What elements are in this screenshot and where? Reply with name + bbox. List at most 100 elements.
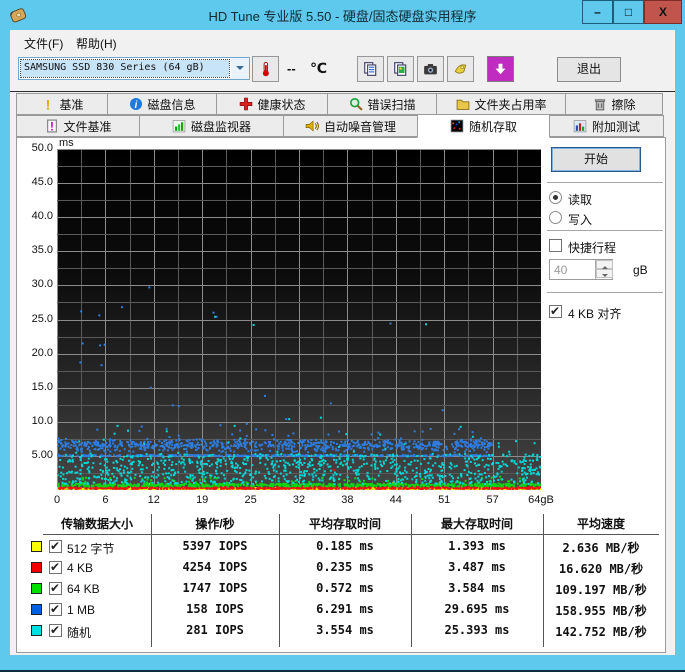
ops-value: 158 IOPS [151,602,279,616]
panel-separator [547,230,663,232]
ops-value: 4254 IOPS [151,560,279,574]
start-button[interactable]: 开始 [551,147,641,172]
column-header: 平均存取时间 [279,515,411,532]
series-checkbox[interactable] [49,540,62,553]
avg-access-value: 0.572 ms [279,581,411,595]
avg-speed-value: 142.752 MB/秒 [543,623,659,640]
tab-label: 文件基准 [63,118,111,135]
maximize-icon: □ [625,5,632,19]
maximize-button[interactable]: □ [613,0,644,24]
chevron-down-icon[interactable] [231,58,249,79]
health-icon [238,97,253,112]
error-scan-icon [348,97,363,112]
tab-random-access[interactable]: 随机存取 [417,114,550,138]
drive-select[interactable]: SAMSUNG SSD 830 Series (64 gB) [18,57,250,80]
header-underline [43,534,659,535]
series-checkbox[interactable] [49,561,62,574]
tab-label: 磁盘信息 [147,96,195,113]
exit-button[interactable]: 退出 [557,57,621,82]
tab-disk-monitor[interactable]: 磁盘监视器 [139,115,284,137]
benchmark-icon: ! [40,97,55,112]
series-label: 64 KB [67,582,100,596]
svg-text:!: ! [46,97,51,111]
series-checkbox[interactable] [49,582,62,595]
hdtune-window: HD Tune 专业版 5.50 - 硬盘/固态硬盘实用程序 –□X 文件(F)… [0,0,685,672]
tab-aam[interactable]: 自动噪音管理 [283,115,418,137]
temperature-unit: ℃ [310,60,327,77]
mode-radio-label: 写入 [568,211,592,228]
series-checkbox[interactable] [49,624,62,637]
tab-label: 磁盘监视器 [191,118,251,135]
spinner-down-icon[interactable] [596,269,613,278]
x-axis-tick: 6 [83,494,127,506]
spinner-up-icon[interactable] [596,260,613,269]
toolbar-copy-image-button[interactable] [387,56,414,82]
tab-erase[interactable]: 擦除 [565,93,663,115]
mode-radio-0[interactable] [549,191,562,204]
series-color-swatch [31,541,42,552]
file-benchmark-icon: ! [44,119,59,134]
series-label: 1 MB [67,603,95,617]
mode-radio-1[interactable] [549,211,562,224]
menu-bar: 文件(F)帮助(H) [10,30,675,54]
mode-radio-label: 读取 [568,191,592,208]
title-bar: HD Tune 专业版 5.50 - 硬盘/固态硬盘实用程序 –□X [0,0,685,30]
copy-text-icon [363,62,378,77]
x-axis-tick: 0 [35,494,79,506]
max-access-value: 25.393 ms [411,623,543,637]
y-axis-tick: 50.0 [21,142,53,154]
column-header: 操作/秒 [151,515,279,532]
avg-speed-value: 109.197 MB/秒 [543,581,659,598]
x-axis-tick: 12 [132,494,176,506]
y-axis-tick: 15.0 [21,381,53,393]
x-axis-tick: 57 [471,494,515,506]
toolbar-copy-text-button[interactable] [357,56,384,82]
tab-extra-tests[interactable]: 附加测试 [549,115,664,137]
y-axis-tick: 5.00 [21,449,53,461]
svg-text:!: ! [50,119,54,133]
tab-folder-usage[interactable]: 文件夹占用率 [436,93,566,115]
column-header: 平均速度 [543,515,659,532]
tab-file-benchmark[interactable]: ! 文件基准 [16,115,140,137]
tab-label: 健康状态 [257,96,305,113]
tab-health[interactable]: 健康状态 [216,93,328,115]
minimize-icon: – [594,5,601,19]
temperature-button[interactable] [252,56,279,82]
y-axis-tick: 35.0 [21,244,53,256]
menu-item[interactable]: 文件(F) [18,33,69,54]
temperature-value: -- [287,61,296,76]
y-axis-tick: 45.0 [21,176,53,188]
series-color-swatch [31,583,42,594]
avg-access-value: 0.235 ms [279,560,411,574]
toolbar-donate-button[interactable] [447,56,474,82]
ops-value: 281 IOPS [151,623,279,637]
minimize-button[interactable]: – [582,0,613,24]
short-stroke-checkbox[interactable] [549,239,562,252]
series-label: 随机 [67,624,91,641]
align-4kb-checkbox[interactable] [549,305,562,318]
avg-speed-value: 16.620 MB/秒 [543,560,659,577]
y-axis-tick: 25.0 [21,313,53,325]
panel-separator [547,292,663,294]
max-access-value: 1.393 ms [411,539,543,553]
donate-icon [453,62,468,77]
random-access-panel: ms 50.045.040.035.030.025.020.015.010.05… [16,137,666,653]
svg-text:i: i [135,100,138,111]
series-checkbox[interactable] [49,603,62,616]
tab-benchmark[interactable]: !基准 [16,93,108,115]
tab-label: 自动噪音管理 [324,118,396,135]
y-axis-tick: 20.0 [21,347,53,359]
erase-icon [592,97,607,112]
toolbar: SAMSUNG SSD 830 Series (64 gB) -- ℃ 退出 [10,54,675,91]
toolbar-camera-button[interactable] [417,56,444,82]
tab-disk-info[interactable]: i 磁盘信息 [107,93,217,115]
close-button[interactable]: X [644,0,682,24]
client-area: 文件(F)帮助(H) SAMSUNG SSD 830 Series (64 gB… [10,30,675,655]
disk-info-icon: i [128,97,143,112]
max-access-value: 3.584 ms [411,581,543,595]
toolbar-download-update-button[interactable] [487,56,514,82]
download-update-icon [493,62,508,77]
ops-value: 5397 IOPS [151,539,279,553]
tab-error-scan[interactable]: 错误扫描 [327,93,437,115]
menu-item[interactable]: 帮助(H) [70,33,123,54]
